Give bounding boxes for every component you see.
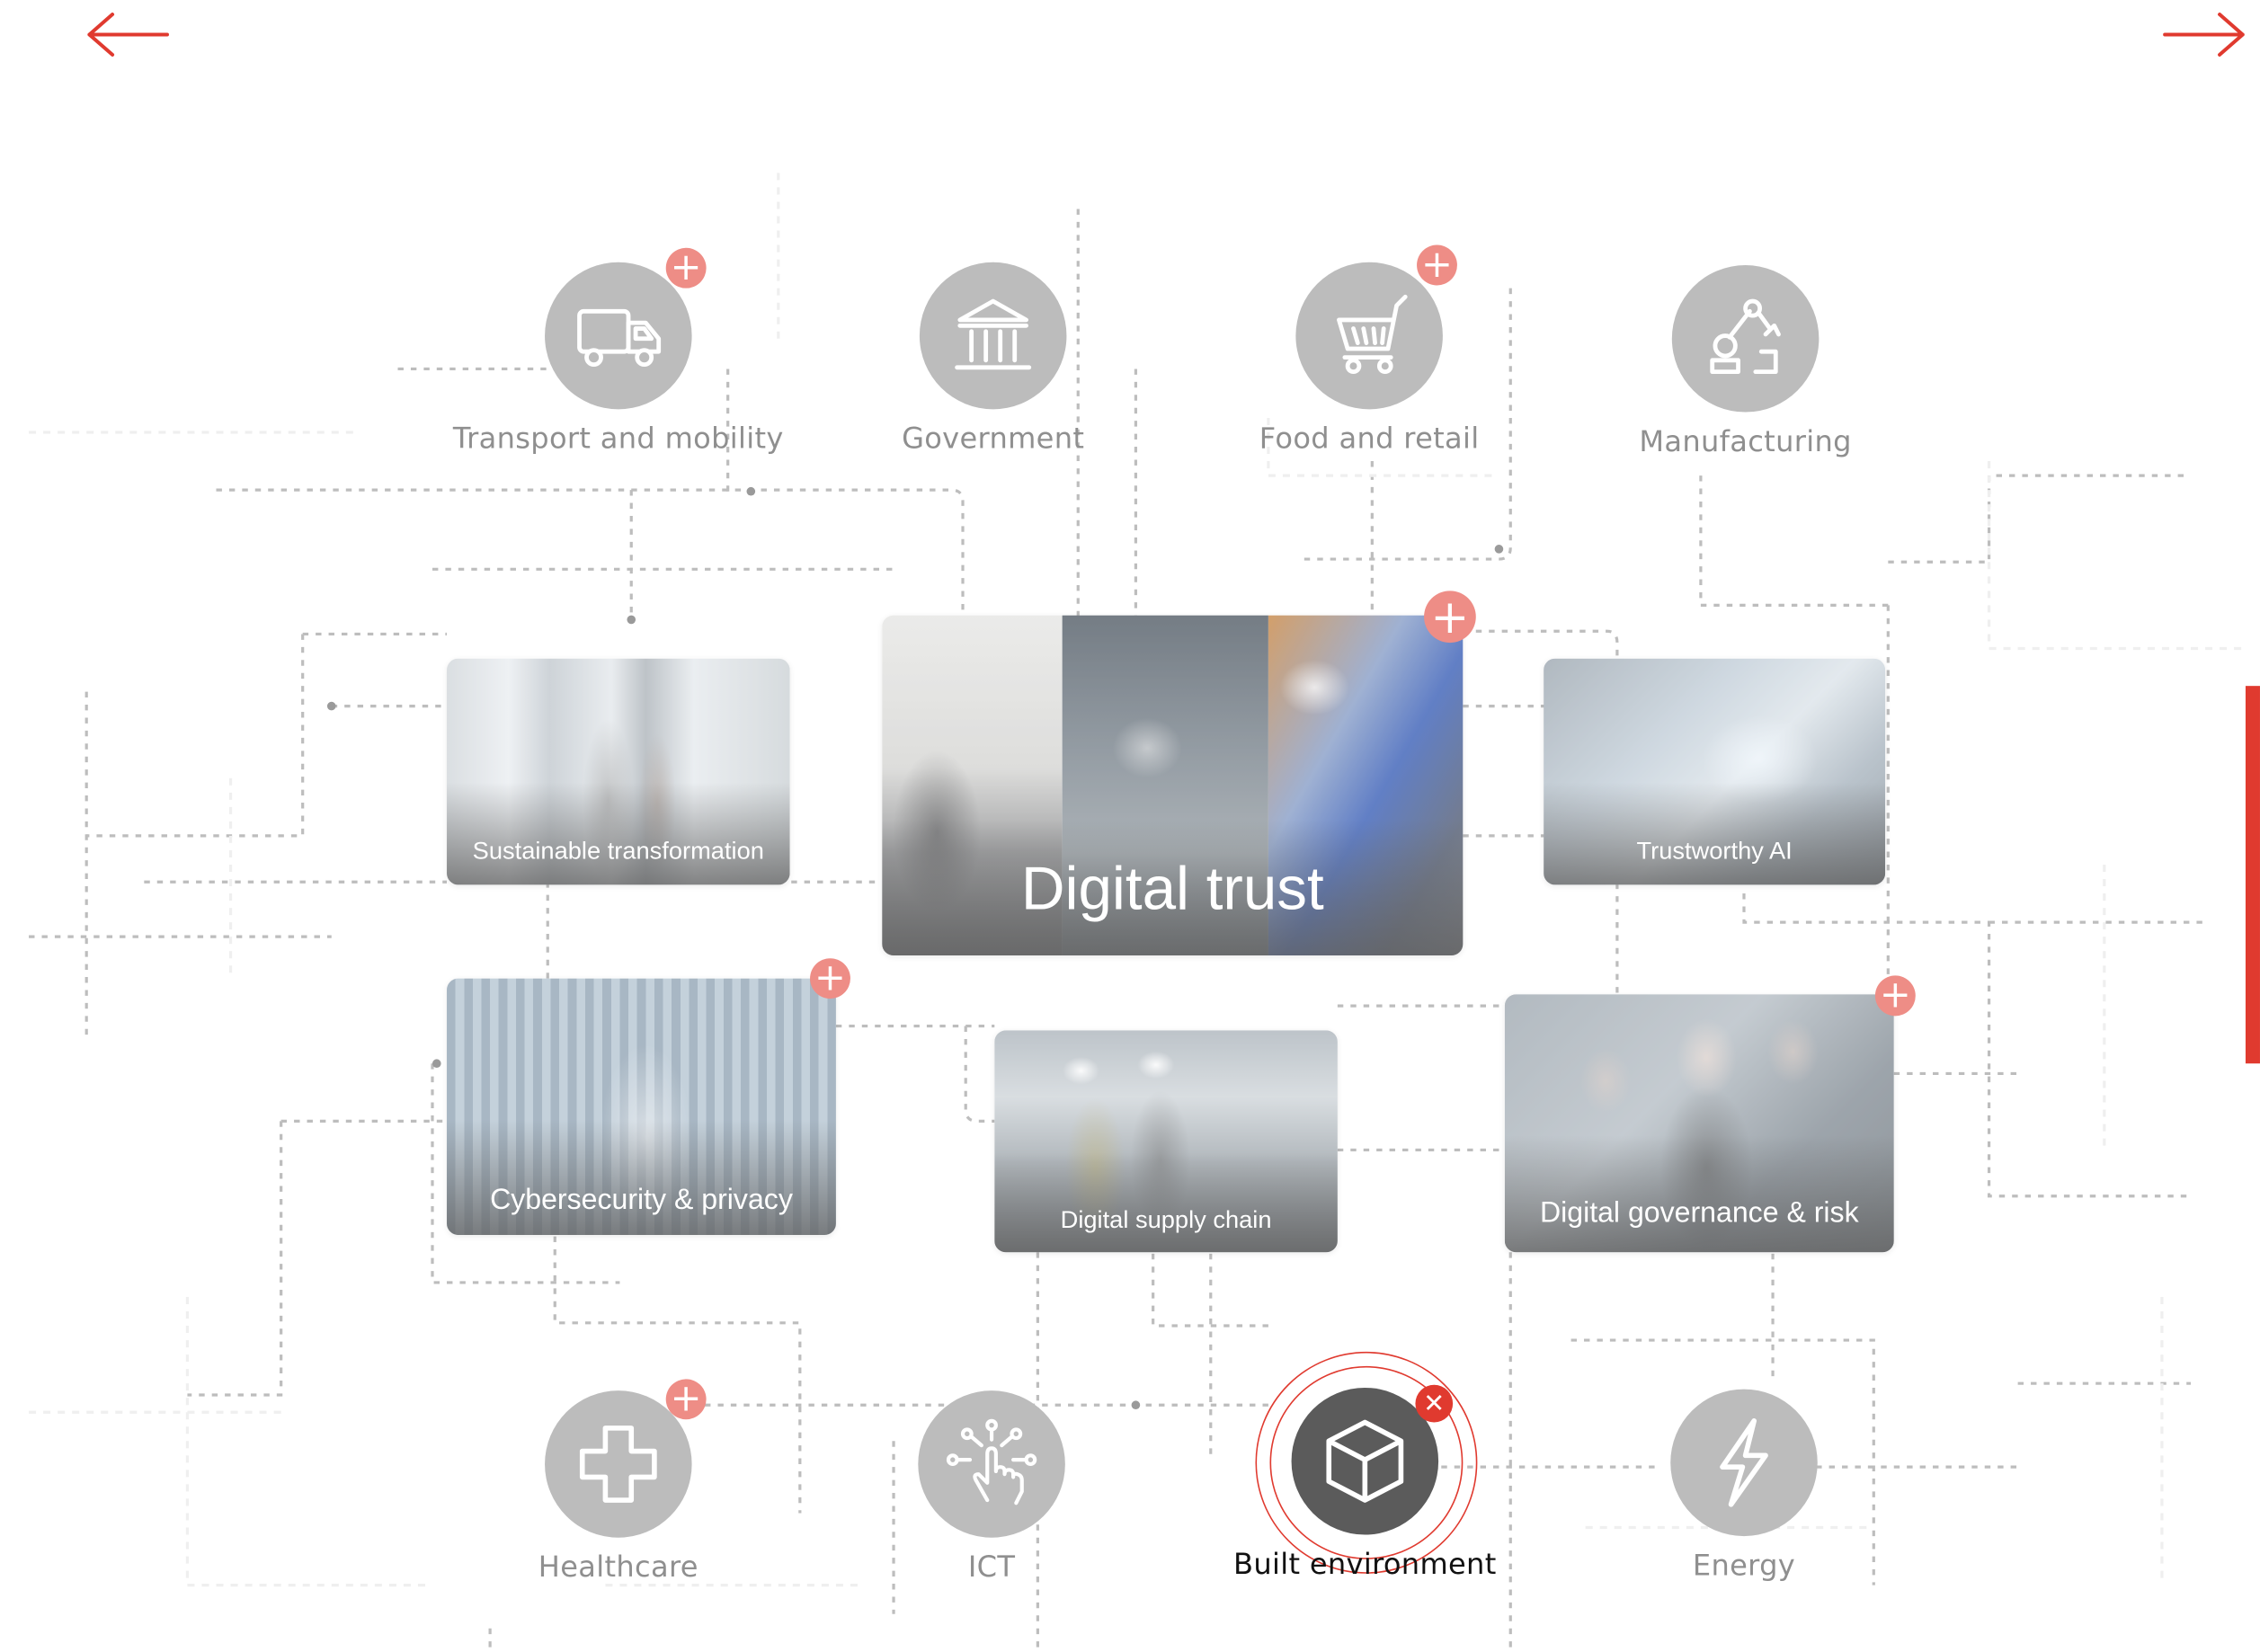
arrow-left-icon (87, 13, 169, 57)
sector-label: Transport and mobility (452, 421, 784, 456)
sector-transport-and-mobility[interactable]: + Transport and mobility (445, 247, 791, 456)
sector-manufacturing[interactable]: Manufacturing (1572, 265, 1918, 458)
expand-plus-button[interactable]: + (1417, 244, 1457, 286)
sector-label: Food and retail (1259, 421, 1480, 456)
expand-plus-button[interactable]: + (810, 958, 850, 999)
topic-card-label: Trustworthy AI (1636, 837, 1793, 865)
next-arrow-button[interactable] (2162, 5, 2248, 63)
touch-circuit-icon (946, 1418, 1037, 1505)
sector-circle[interactable] (919, 262, 1067, 410)
sector-ict[interactable]: ICT (819, 1390, 1165, 1584)
collage-photos: Digital trust (882, 615, 1464, 955)
expand-plus-button[interactable]: + (665, 247, 707, 289)
sector-label: Manufacturing (1639, 423, 1852, 458)
sector-government[interactable]: Government (820, 262, 1166, 456)
sector-circle[interactable]: + (1295, 244, 1457, 410)
expand-plus-button[interactable]: + (665, 1379, 707, 1420)
sector-circle[interactable] (918, 1390, 1065, 1538)
card-frame: Digital governance & risk (1504, 994, 1894, 1253)
topic-card-digital-governance-risk[interactable]: Digital governance & risk + (1504, 975, 1916, 1253)
sector-label: ICT (967, 1549, 1016, 1585)
sector-circle[interactable] (1670, 1389, 1818, 1537)
government-building-icon (955, 298, 1032, 370)
sector-label: Healthcare (538, 1549, 698, 1585)
close-button[interactable]: ✕ (1415, 1384, 1454, 1423)
sector-label: Energy (1692, 1547, 1796, 1583)
sector-label: Built environment (1233, 1546, 1497, 1581)
previous-arrow-button[interactable] (84, 5, 170, 63)
arrow-right-icon (2163, 13, 2245, 57)
truck-icon (577, 308, 662, 368)
caption-shade (994, 1152, 1338, 1253)
topic-card-digital-trust[interactable]: Digital trust + (882, 591, 1476, 955)
caption-shade (1504, 1136, 1894, 1253)
sector-circle[interactable]: ✕ (1291, 1384, 1454, 1535)
sector-circle[interactable]: + (545, 247, 707, 410)
topic-card-sustainable-transformation[interactable]: Sustainable transformation (447, 658, 790, 885)
topic-card-title: Digital trust (1020, 854, 1324, 923)
cube-icon (1326, 1419, 1404, 1503)
sector-circle[interactable] (1671, 265, 1820, 413)
robot-arm-icon (1710, 298, 1781, 375)
medical-cross-icon (579, 1426, 657, 1503)
sector-circle[interactable]: + (545, 1379, 707, 1538)
topic-card-digital-supply-chain[interactable]: Digital supply chain (994, 1030, 1338, 1253)
caption-shade (1544, 783, 1886, 885)
caption-shade (447, 783, 790, 885)
lightning-icon (1720, 1418, 1768, 1507)
topic-card-trustworthy-ai[interactable]: Trustworthy AI (1544, 658, 1886, 885)
expand-plus-button[interactable]: + (1874, 975, 1916, 1017)
topic-card-label: Digital governance & risk (1539, 1197, 1859, 1230)
sector-map: + Transport and mobility Government + Fo… (0, 0, 2260, 1652)
sector-healthcare[interactable]: + Healthcare (445, 1379, 791, 1585)
topic-card-label: Cybersecurity & privacy (490, 1184, 793, 1217)
sector-built-environment[interactable]: ✕ Built environment (1192, 1384, 1538, 1581)
side-scroll-indicator[interactable] (2245, 686, 2260, 1064)
expand-plus-button[interactable]: + (1424, 591, 1476, 644)
shopping-cart-icon (1337, 294, 1408, 375)
topic-card-cybersecurity-privacy[interactable]: Cybersecurity & privacy + (447, 958, 850, 1236)
sector-food-and-retail[interactable]: + Food and retail (1197, 244, 1543, 456)
card-frame: Cybersecurity & privacy (447, 978, 836, 1236)
topic-card-label: Digital supply chain (1060, 1205, 1272, 1234)
topic-card-label: Sustainable transformation (472, 837, 764, 865)
sector-energy[interactable]: Energy (1571, 1389, 1917, 1583)
sector-label: Government (902, 421, 1085, 456)
